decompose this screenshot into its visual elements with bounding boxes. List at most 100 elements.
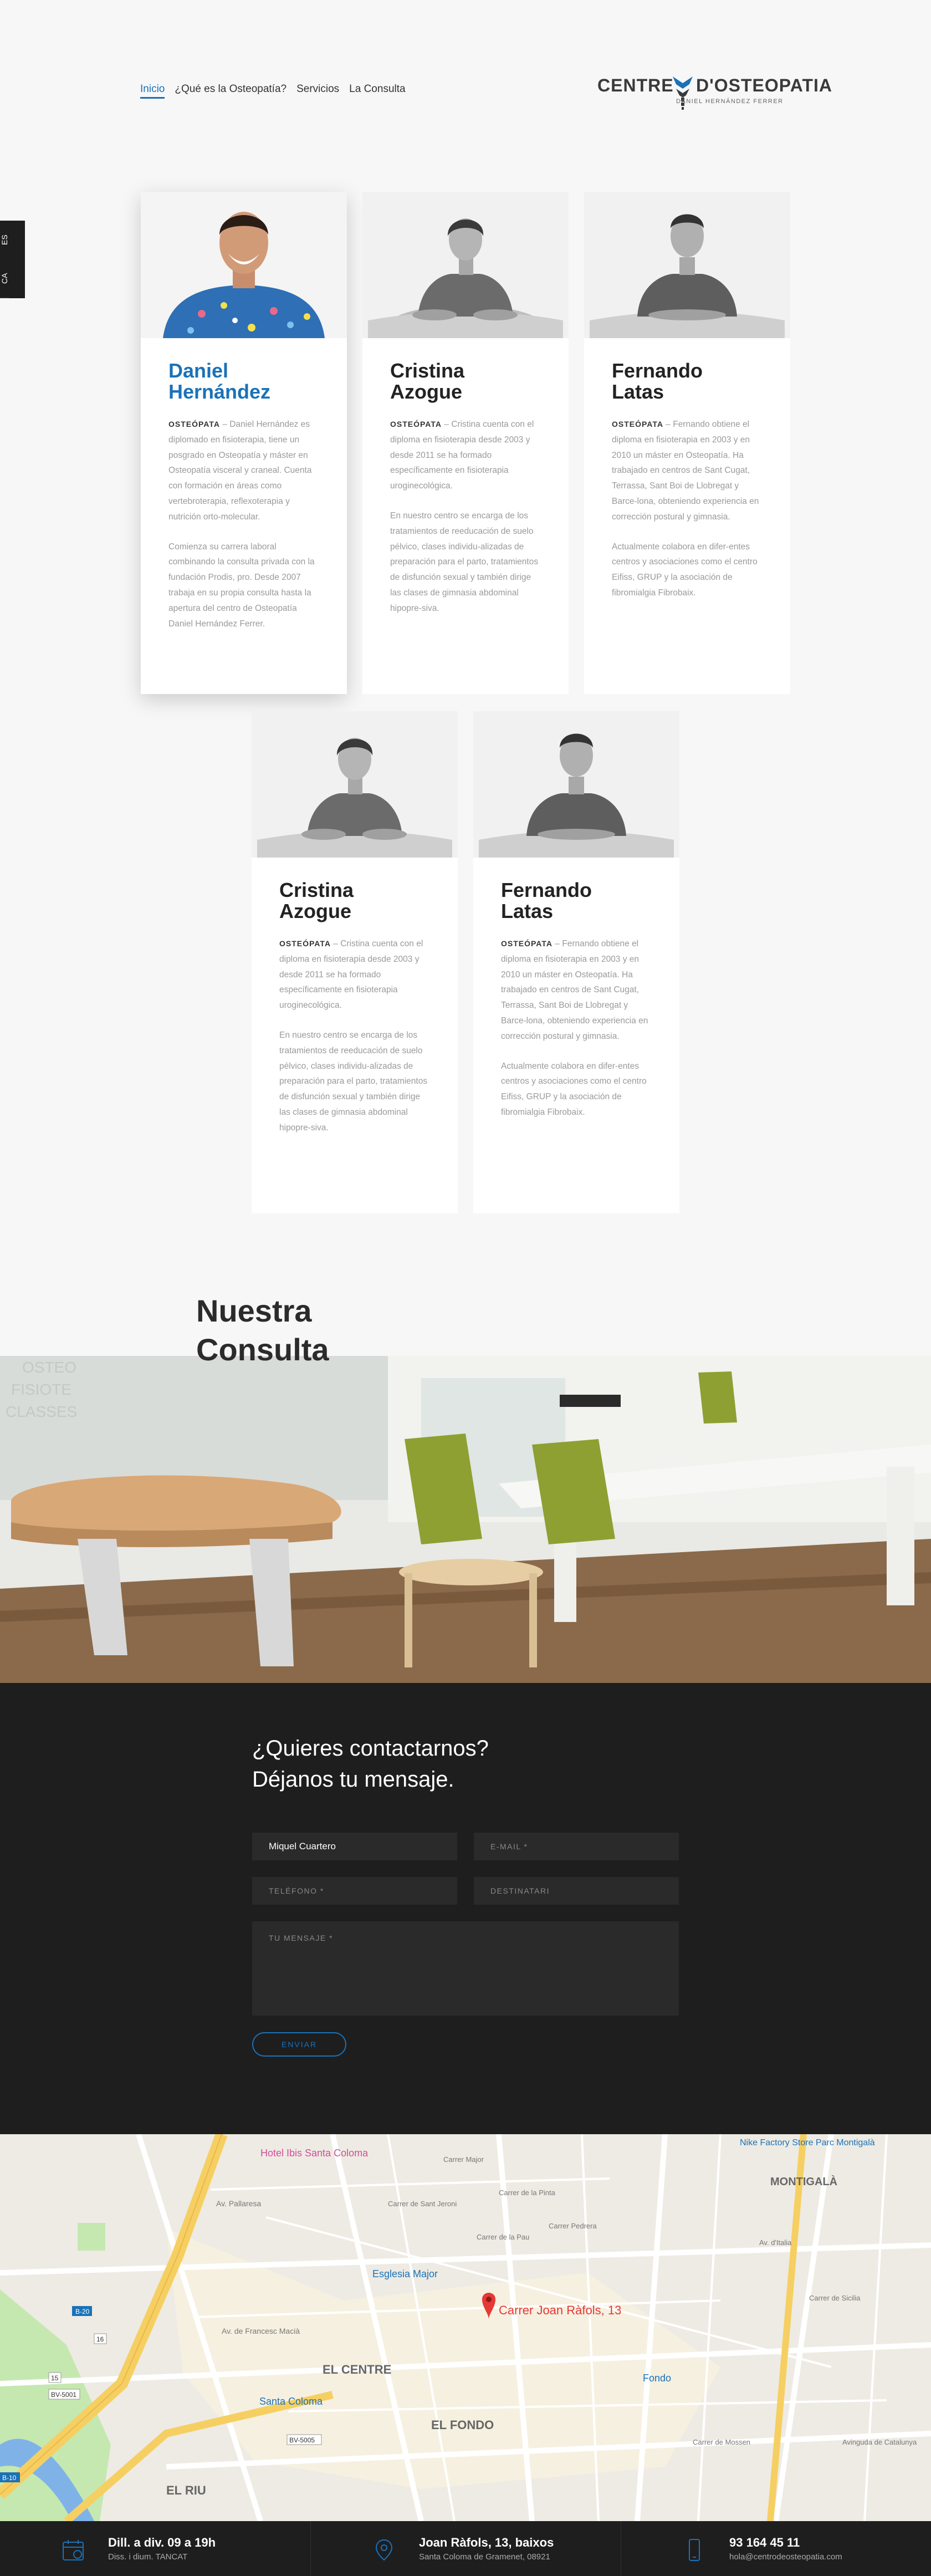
- logo-word-centre: CENTRE: [597, 75, 674, 95]
- svg-text:CLASSES: CLASSES: [6, 1403, 77, 1420]
- nav-que-es-osteopatia[interactable]: ¿Qué es la Osteopatía?: [175, 83, 287, 95]
- team-photo-cristina: [362, 192, 569, 338]
- team-photo-daniel: [141, 192, 347, 338]
- nav-servicios[interactable]: Servicios: [296, 83, 339, 95]
- bio-paragraph-2: Comienza su carrera laboral combinando l…: [168, 542, 315, 629]
- road-badge-b20: B-20: [75, 2308, 90, 2315]
- footer-email[interactable]: hola@centrodeosteopatia.com: [729, 2552, 842, 2562]
- name-line1: Daniel: [168, 359, 229, 382]
- map-street-9: Avinguda de Catalunya: [842, 2438, 917, 2446]
- role-label: OSTEÓPATA: [612, 420, 663, 429]
- calendar-icon: [63, 2540, 84, 2560]
- map-pin-label: Carrer Joan Ràfols, 13: [499, 2303, 621, 2317]
- footer-hours-line1: Dill. a div. 09 a 19h: [108, 2536, 216, 2549]
- location-pin-icon: [375, 2539, 393, 2561]
- map-label-nike: Nike Factory Store Parc Montigalà: [740, 2138, 875, 2147]
- portrait-illustration: [584, 192, 790, 338]
- road-badge-b10: B-10: [2, 2474, 17, 2482]
- language-switcher: ES CA: [0, 221, 25, 298]
- role-label: OSTEÓPATA: [168, 420, 220, 429]
- location-map[interactable]: Carrer Joan Ràfols, 13 Hotel Ibis Santa …: [0, 2134, 931, 2521]
- map-label-montigala: MONTIGALÀ: [770, 2175, 837, 2188]
- name-line2: Latas: [612, 380, 664, 403]
- contact-heading: ¿Quieres contactarnos? Déjanos tu mensaj…: [252, 1733, 489, 1795]
- name-field[interactable]: Miquel Cuartero: [252, 1833, 457, 1860]
- team-name-daniel: Daniel Hernández: [168, 360, 319, 402]
- bio-paragraph-2: Actualmente colabora en difer-entes cent…: [612, 542, 758, 598]
- name-line1: Cristina: [390, 359, 465, 382]
- map-label-esglesia: Esglesia Major: [372, 2268, 438, 2279]
- team-card-daniel: Daniel Hernández OSTEÓPATA – Daniel Hern…: [141, 192, 347, 694]
- team-name-fernando-2: Fernando Latas: [501, 880, 652, 922]
- logo-subtitle: DANIEL HERNÁNDEZ FERRER: [676, 98, 784, 105]
- map-label-santa-coloma: Santa Coloma: [259, 2396, 323, 2407]
- lang-es-tab[interactable]: ES: [0, 221, 9, 259]
- road-badge-15: 15: [51, 2374, 59, 2382]
- consulta-heading: Nuestra Consulta: [196, 1292, 329, 1369]
- map-street-3: Carrer Pedrera: [549, 2222, 597, 2230]
- map-label-hotel: Hotel Ibis Santa Coloma: [260, 2147, 369, 2159]
- bio-paragraph-2: Actualmente colabora en difer-entes cent…: [501, 1061, 647, 1117]
- logo-spine-icon: [673, 76, 693, 110]
- map-label-el-fondo: EL FONDO: [431, 2418, 494, 2432]
- bio-paragraph-1: Cristina cuenta con el diploma en fisiot…: [279, 939, 423, 1011]
- bio-paragraph-1: Daniel Hernández es diplomado en fisiote…: [168, 420, 312, 522]
- map-label-fondo: Fondo: [643, 2373, 671, 2384]
- footer-hours-line2: Diss. i dium. TANCAT: [108, 2552, 188, 2562]
- map-street-2: Carrer de la Pau: [477, 2233, 529, 2241]
- map-street-11: Carrer de Sicilia: [809, 2294, 861, 2302]
- phone-field[interactable]: TELÉFONO *: [252, 1877, 457, 1905]
- role-label: OSTEÓPATA: [279, 939, 331, 948]
- team-name-cristina: Cristina Azogue: [390, 360, 541, 402]
- send-button[interactable]: ENVIAR: [252, 2032, 346, 2057]
- map-canvas: Carrer Joan Ràfols, 13 Hotel Ibis Santa …: [0, 2134, 931, 2521]
- clinic-room-illustration: OSTEO FISIOTE CLASSES: [0, 1356, 931, 1683]
- footer-bar: Dill. a div. 09 a 19h Diss. i dium. TANC…: [0, 2521, 931, 2576]
- name-line2: Hernández: [168, 380, 271, 403]
- consulta-photo: OSTEO FISIOTE CLASSES: [0, 1356, 931, 1683]
- team-bio-fernando: OSTEÓPATA – Fernando obtiene el diploma …: [612, 417, 763, 601]
- team-bio-fernando-2: OSTEÓPATA – Fernando obtiene el diploma …: [501, 936, 652, 1120]
- svg-text:OSTEO: OSTEO: [22, 1359, 76, 1376]
- team-card-cristina: Cristina Azogue OSTEÓPATA – Cristina cue…: [362, 192, 569, 694]
- name-line1: Fernando: [612, 359, 703, 382]
- team-name-cristina-2: Cristina Azogue: [279, 880, 430, 922]
- footer-address-line1: Joan Ràfols, 13, baixos: [419, 2536, 554, 2549]
- footer-address-line2: Santa Coloma de Gramenet, 08921: [419, 2552, 550, 2562]
- map-street-10: Carrer de Mossen: [693, 2438, 750, 2446]
- map-street-4: Av. de Francesc Macià: [222, 2327, 300, 2335]
- portrait-illustration: [252, 711, 458, 858]
- portrait-illustration: [362, 192, 569, 338]
- bio-paragraph-1: Cristina cuenta con el diploma en fisiot…: [390, 420, 534, 491]
- footer-address: Joan Ràfols, 13, baixos Santa Coloma de …: [310, 2521, 621, 2576]
- team-name-fernando: Fernando Latas: [612, 360, 763, 402]
- heading-line1: Nuestra: [196, 1293, 312, 1328]
- role-label: OSTEÓPATA: [390, 420, 442, 429]
- heading-line2: Consulta: [196, 1332, 329, 1367]
- recipient-select[interactable]: DESTINATARI: [474, 1877, 679, 1905]
- map-street-6: Av. d'Italia: [759, 2238, 792, 2247]
- name-line1: Cristina: [279, 879, 354, 901]
- site-logo[interactable]: CENTRE D'OSTEOPATIA DANIEL HERNÁNDEZ FER…: [597, 72, 832, 111]
- team-card-cristina-2: Cristina Azogue OSTEÓPATA – Cristina cue…: [252, 711, 458, 1213]
- nav-inicio[interactable]: Inicio: [140, 83, 165, 99]
- bio-paragraph-2: En nuestro centro se encarga de los trat…: [279, 1030, 428, 1133]
- road-badge-16: 16: [96, 2335, 104, 2343]
- team-card-fernando: Fernando Latas OSTEÓPATA – Fernando obti…: [584, 192, 790, 694]
- heading-line1: ¿Quieres contactarnos?: [252, 1736, 489, 1761]
- name-line2: Azogue: [390, 380, 462, 403]
- message-textarea[interactable]: TU MENSAJE *: [252, 1921, 679, 2016]
- team-bio-cristina-2: OSTEÓPATA – Cristina cuenta con el diplo…: [279, 936, 430, 1136]
- footer-phone[interactable]: 93 164 45 11: [729, 2536, 842, 2550]
- lang-ca-tab[interactable]: CA: [0, 259, 9, 298]
- map-label-el-centre: EL CENTRE: [323, 2363, 391, 2376]
- main-nav: Inicio ¿Qué es la Osteopatía? Servicios …: [140, 83, 406, 99]
- road-badge-bv5001: BV-5001: [51, 2391, 76, 2399]
- email-field[interactable]: E-MAIL *: [474, 1833, 679, 1860]
- name-line2: Latas: [501, 900, 554, 922]
- footer-hours: Dill. a div. 09 a 19h Diss. i dium. TANC…: [0, 2521, 310, 2576]
- map-street-5: Carrer Major: [443, 2155, 484, 2164]
- team-bio-daniel: OSTEÓPATA – Daniel Hernández es diplomad…: [168, 417, 319, 631]
- nav-la-consulta[interactable]: La Consulta: [349, 83, 405, 95]
- logo-word-osteopatia: D'OSTEOPATIA: [696, 75, 832, 95]
